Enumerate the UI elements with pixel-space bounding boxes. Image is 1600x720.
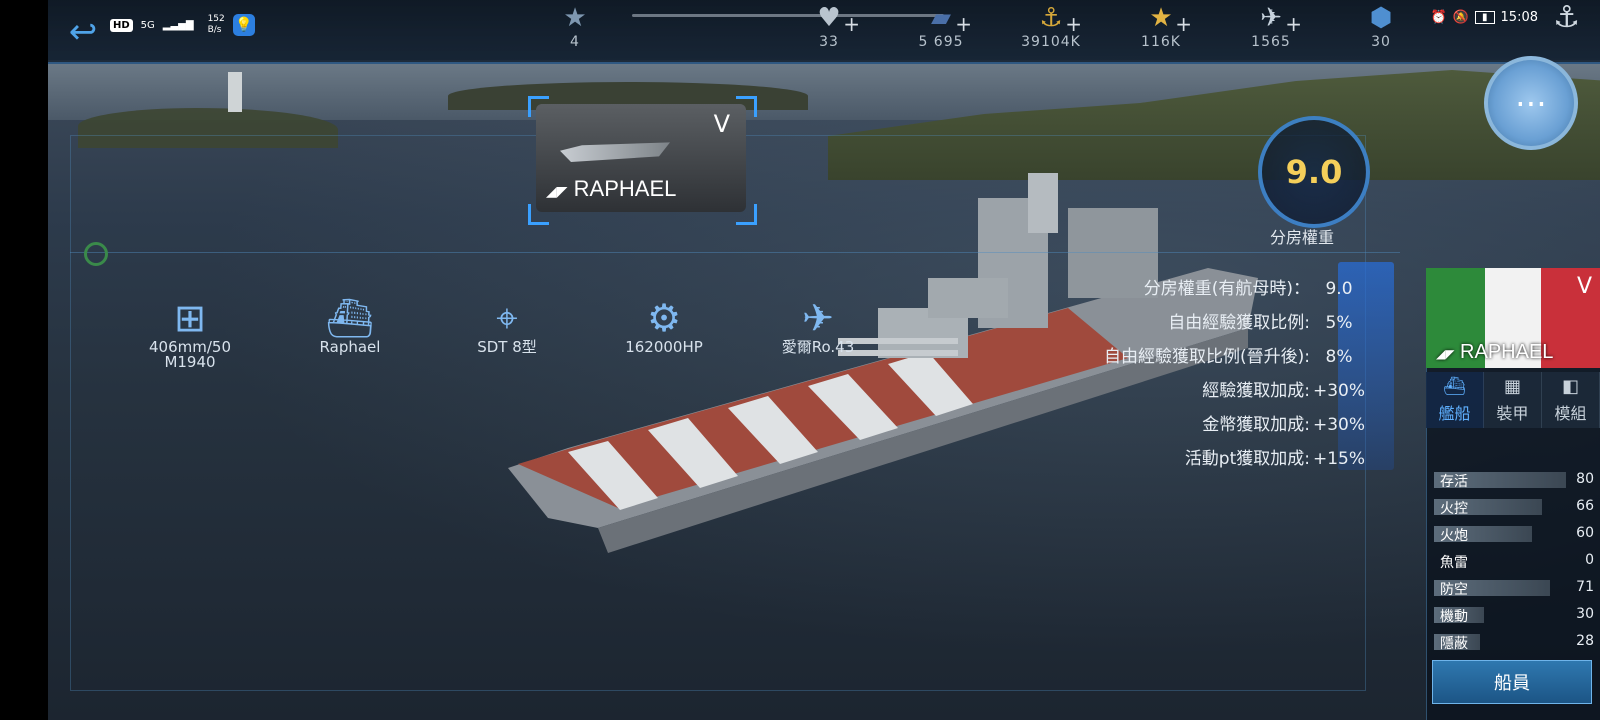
attribute-row: 防空 71 [1428, 578, 1594, 598]
anchor-icon: ⚓ [1553, 0, 1580, 35]
resource-coin[interactable]: ⚓ + 39104K [1006, 2, 1096, 50]
hull-icon: ⛴ [325, 296, 375, 340]
attribute-row: 機動 30 [1428, 605, 1594, 625]
lighthouse [228, 72, 242, 112]
equip-main-gun[interactable]: ⊞ 406mm/50 M1940 [130, 296, 250, 370]
attribute-row: 火控 66 [1428, 497, 1594, 517]
armor-tab-icon: ▦ [1503, 376, 1521, 397]
ship-name: ◢◤ RAPHAEL [546, 176, 677, 201]
equip-radar[interactable]: ⌖ SDT 8型 [447, 296, 567, 355]
equip-seaplane[interactable]: ✈ 愛爾Ro.43 [758, 296, 878, 355]
clock: 15:08 [1500, 10, 1538, 25]
resource-card[interactable]: ▰ + 5 695 [896, 2, 986, 50]
tab-module[interactable]: ◧ 模組 [1542, 372, 1600, 428]
system-status: ⏰ 🔕 ▮ 15:08 [1431, 10, 1538, 25]
weight-label: 分房權重 [1270, 228, 1335, 247]
card-corner [736, 204, 757, 225]
crew-button[interactable]: 船員 [1432, 660, 1592, 704]
panel-tier: V [1576, 274, 1592, 299]
hd-badge: HD [110, 18, 133, 32]
add-plane-icon[interactable]: + [1285, 12, 1302, 36]
attribute-row: 存活 80 [1428, 470, 1594, 490]
stat-row: 金幣獲取加成: +30% [1202, 415, 1366, 435]
plane-icon: ✈ [1260, 3, 1282, 33]
card-corner [528, 204, 549, 225]
card-icon: ▰ [931, 3, 951, 33]
add-star-icon[interactable]: + [1175, 12, 1192, 36]
weight-dial: 9.0 [1258, 116, 1370, 228]
equip-hull[interactable]: ⛴ Raphael [290, 296, 410, 355]
mute-icon: 🔕 [1452, 10, 1470, 25]
resource-rank[interactable]: ★ 4 [530, 2, 620, 50]
radar-icon: ⌖ [496, 296, 518, 340]
heart-icon: ♥ [817, 3, 841, 33]
ship-thumbnail [560, 142, 670, 162]
seaplane-icon: ✈ [802, 296, 834, 340]
back-arrow-icon[interactable]: ↩ [62, 15, 104, 49]
add-coin-icon[interactable]: + [1065, 12, 1082, 36]
attribute-row: 火炮 60 [1428, 524, 1594, 544]
resource-badge[interactable]: ⬢ 30 [1336, 2, 1426, 50]
ship-tier: V [713, 110, 730, 138]
weight-value: 9.0 [1285, 153, 1343, 191]
attribute-row: 隱蔽 28 [1428, 632, 1594, 652]
resource-plane[interactable]: ✈ + 1565 [1226, 2, 1316, 50]
tab-ship[interactable]: ⛴ 艦船 [1426, 372, 1484, 428]
attribute-row: 魚雷 0 [1440, 552, 1594, 571]
ship-flag-card[interactable]: V ◢◤ RAPHAEL [1426, 268, 1600, 368]
status-bar: HD 5G ▂▃▅▇ 152 B/s 💡 [110, 10, 255, 40]
left-black-bar [0, 0, 48, 720]
equip-engine[interactable]: ⚙ 162000HP [604, 296, 724, 355]
network-indicator: 5G [140, 19, 155, 31]
signal-icon: ▂▃▅▇ [162, 19, 194, 31]
resource-star[interactable]: ★ + 116K [1116, 2, 1206, 50]
ship-tab-icon: ⛴ [1443, 376, 1466, 397]
tab-armor[interactable]: ▦ 裝甲 [1484, 372, 1542, 428]
rank-icon: ★ [563, 3, 587, 33]
alarm-icon: ⏰ [1430, 10, 1447, 25]
stat-row: 自由經驗獲取比例: 5% [1168, 313, 1353, 333]
panel-ship-name: ◢◤ RAPHAEL [1436, 341, 1554, 363]
add-card-icon[interactable]: + [955, 12, 972, 36]
lightbulb-icon[interactable]: 💡 [232, 14, 255, 36]
engine-icon: ⚙ [646, 296, 682, 340]
camera-target-icon[interactable] [84, 242, 108, 266]
chat-button[interactable]: ⋯ [1484, 56, 1578, 150]
resource-heart[interactable]: ♥ + 33 [784, 2, 874, 50]
card-corner [528, 96, 549, 117]
badge-icon: ⬢ [1369, 3, 1393, 33]
divider-line [70, 252, 1400, 253]
panel-tabs: ⛴ 艦船 ▦ 裝甲 ◧ 模組 [1426, 372, 1600, 428]
anchor-coin-icon: ⚓ [1039, 3, 1063, 33]
star-icon: ★ [1149, 3, 1173, 33]
add-heart-icon[interactable]: + [843, 12, 860, 36]
stat-row: 自由經驗獲取比例(晉升後): 8% [1104, 347, 1353, 367]
stat-row: 經驗獲取加成: +30% [1202, 381, 1366, 401]
stat-row: 活動pt獲取加成: +15% [1184, 449, 1366, 469]
ship-class-icon: ◢◤ [1436, 347, 1455, 361]
card-corner [736, 96, 757, 117]
viewport-frame [70, 135, 1366, 691]
net-speed: 152 B/s [207, 14, 225, 35]
chat-bubble-icon: ⋯ [1515, 84, 1547, 122]
battery-icon: ▮ [1475, 11, 1495, 24]
stat-row: 分房權重(有航母時)： 9.0 [1143, 279, 1353, 299]
module-tab-icon: ◧ [1561, 376, 1579, 397]
gun-icon: ⊞ [174, 296, 206, 340]
ship-card[interactable]: V ◢◤ RAPHAEL [536, 104, 746, 212]
ship-class-icon: ◢◤ [546, 183, 568, 199]
